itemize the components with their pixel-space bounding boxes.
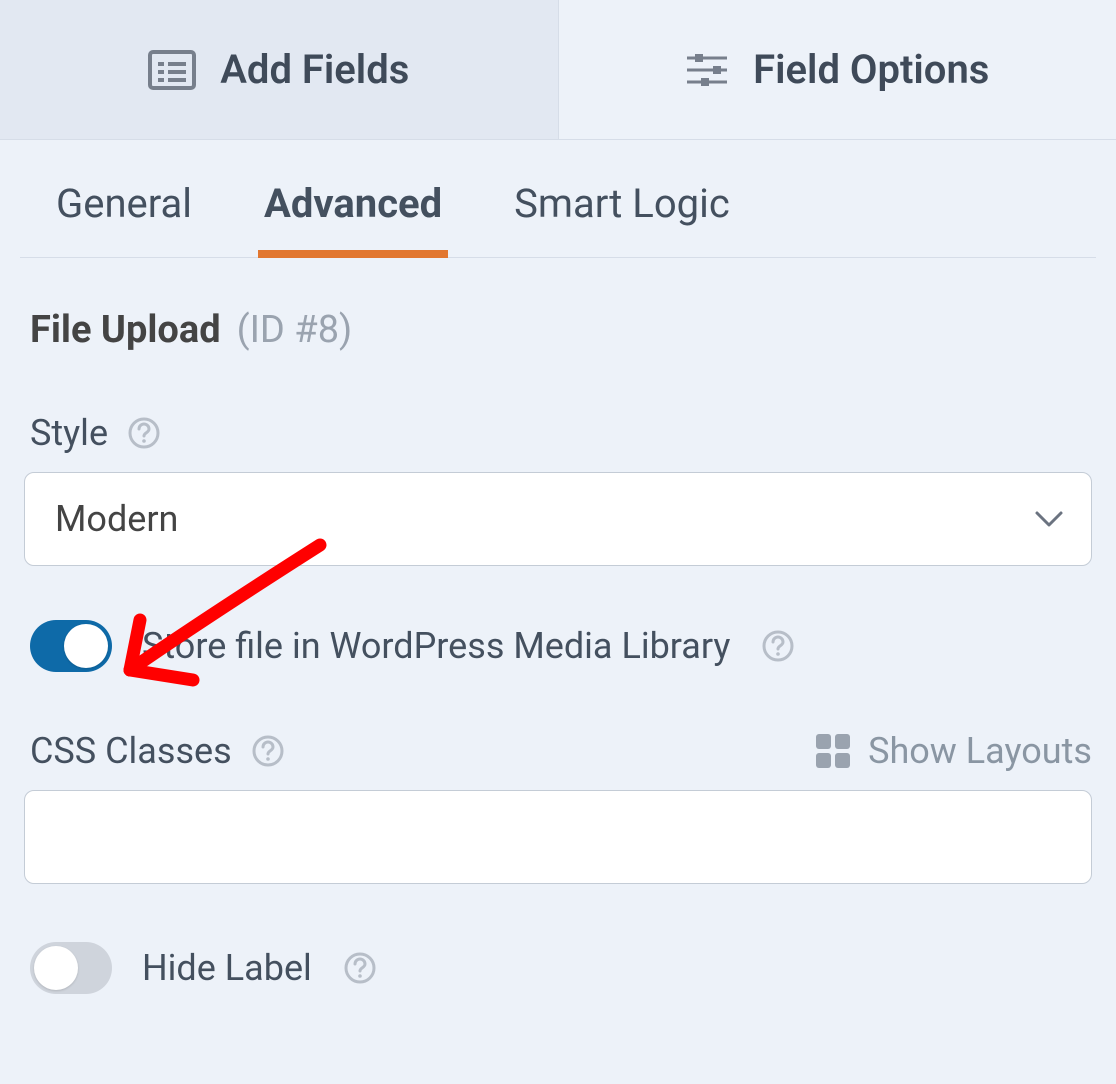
hide-label-label: Hide Label (142, 947, 312, 989)
toggle-knob (34, 946, 78, 990)
toggle-knob (64, 624, 108, 668)
tab-add-fields-label: Add Fields (220, 46, 409, 93)
section-title-text: File Upload (30, 308, 221, 352)
style-field: Style Modern (24, 412, 1092, 566)
tab-field-options-label: Field Options (753, 46, 989, 93)
sub-tabs: General Advanced Smart Logic (20, 140, 1096, 258)
top-tabs: Add Fields Field Options (0, 0, 1116, 140)
subtab-advanced[interactable]: Advanced (258, 180, 448, 257)
section-title: File Upload (ID #8) (24, 308, 1092, 352)
help-icon[interactable] (126, 415, 162, 451)
subtab-general[interactable]: General (50, 180, 198, 257)
options-panel: File Upload (ID #8) Style Modern (0, 258, 1116, 1012)
list-form-icon (148, 50, 196, 90)
help-icon[interactable] (760, 628, 796, 664)
css-classes-label-row: CSS Classes (24, 730, 1092, 772)
show-layouts-label: Show Layouts (868, 730, 1092, 772)
css-classes-label-group: CSS Classes (30, 730, 286, 772)
css-classes-input[interactable] (55, 791, 1061, 883)
tab-field-options[interactable]: Field Options (559, 0, 1116, 139)
style-select[interactable]: Modern (24, 472, 1092, 566)
hide-label-toggle[interactable] (30, 942, 112, 994)
style-select-value: Modern (55, 498, 178, 540)
section-id-label: (ID #8) (237, 308, 353, 352)
tab-add-fields[interactable]: Add Fields (0, 0, 559, 139)
show-layouts-button[interactable]: Show Layouts (814, 730, 1092, 772)
help-icon[interactable] (250, 733, 286, 769)
grid-icon (814, 732, 852, 770)
style-label: Style (30, 412, 108, 454)
store-media-row: Store file in WordPress Media Library (24, 602, 1092, 690)
store-media-label: Store file in WordPress Media Library (142, 625, 730, 667)
store-media-toggle[interactable] (30, 620, 112, 672)
chevron-down-icon (1033, 509, 1065, 529)
style-label-row: Style (24, 412, 1092, 454)
hide-label-row: Hide Label (24, 924, 1092, 1012)
help-icon[interactable] (342, 950, 378, 986)
css-classes-field: CSS Classes (24, 730, 1092, 884)
sliders-icon (685, 50, 729, 90)
subtab-smart-logic[interactable]: Smart Logic (508, 180, 736, 257)
css-classes-input-wrap (24, 790, 1092, 884)
css-classes-label: CSS Classes (30, 730, 232, 772)
